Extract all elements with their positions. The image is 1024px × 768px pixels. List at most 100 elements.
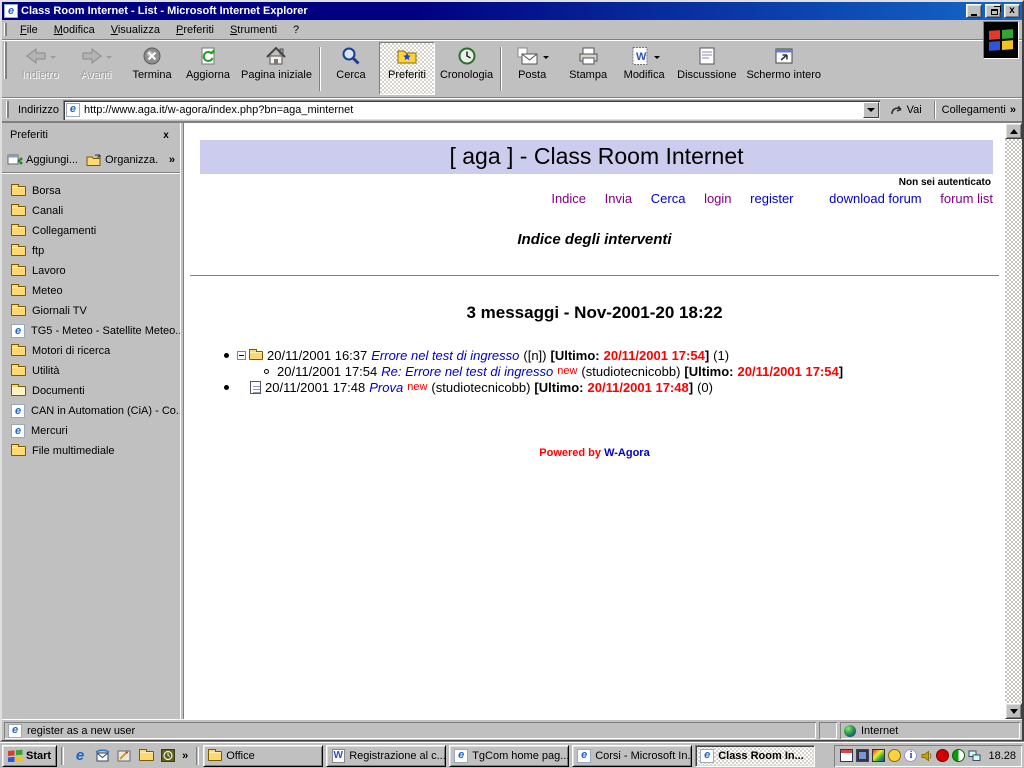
favorite-item[interactable]: File multimediale: [2, 441, 180, 461]
timer-icon[interactable]: [888, 749, 901, 762]
menu-grip[interactable]: [4, 23, 9, 36]
history-button[interactable]: Cronologia: [435, 42, 498, 95]
menu-preferiti[interactable]: Preferiti: [168, 22, 222, 38]
favorite-item[interactable]: Canali: [2, 201, 180, 221]
refresh-button[interactable]: Aggiorna: [180, 42, 236, 95]
w-agora-link[interactable]: W-Agora: [604, 447, 650, 459]
scheduler-icon[interactable]: [840, 749, 853, 762]
task-tgcom[interactable]: e TgCom home pag...: [449, 745, 569, 767]
task-word-document[interactable]: W Registrazione al c...: [326, 745, 446, 767]
edit-button[interactable]: W Modifica: [616, 42, 672, 95]
outlook-express-icon[interactable]: [94, 748, 110, 763]
favorite-item[interactable]: Lavoro: [2, 261, 180, 281]
folder-icon[interactable]: [138, 748, 154, 763]
info-icon[interactable]: i: [904, 749, 917, 762]
address-grip[interactable]: [6, 101, 11, 117]
toolbar-grip[interactable]: [4, 42, 9, 79]
nav-login-link[interactable]: login: [704, 191, 731, 206]
address-input[interactable]: e http://www.aga.it/w-agora/index.php?bn…: [63, 100, 880, 120]
menu-visualizza[interactable]: Visualizza: [103, 22, 168, 38]
display-icon[interactable]: [856, 749, 869, 762]
address-url[interactable]: http://www.aga.it/w-agora/index.php?bn=a…: [84, 104, 859, 116]
nav-indice-link[interactable]: Indice: [551, 191, 586, 206]
message-title-link[interactable]: Errore nel test di ingresso: [371, 348, 519, 363]
print-button[interactable]: Stampa: [560, 42, 616, 95]
address-dropdown-button[interactable]: [863, 102, 879, 118]
message-title-link[interactable]: Prova: [369, 380, 403, 395]
favorites-button[interactable]: Preferiti: [379, 42, 435, 95]
nav-register-link[interactable]: register: [750, 191, 793, 206]
ati-icon[interactable]: [936, 749, 949, 762]
favorite-item[interactable]: Utilità: [2, 361, 180, 381]
home-button[interactable]: Pagina iniziale: [236, 42, 317, 95]
mail-button[interactable]: Posta: [504, 42, 560, 95]
message-title-link[interactable]: Re: Errore nel test di ingresso: [381, 364, 553, 379]
collapse-toggle-icon[interactable]: [237, 351, 246, 360]
vertical-scrollbar[interactable]: [1005, 123, 1022, 719]
favorite-item[interactable]: eCAN in Automation (CiA) - Co...: [2, 401, 180, 421]
ie-page-icon: e: [11, 404, 25, 418]
favorites-close-button[interactable]: x: [158, 128, 174, 142]
ie-icon[interactable]: e: [72, 748, 88, 763]
task-corsi[interactable]: e Corsi - Microsoft In...: [572, 745, 692, 767]
favorite-item[interactable]: Meteo: [2, 281, 180, 301]
nav-cerca-link[interactable]: Cerca: [651, 191, 686, 206]
nav-download-forum-link[interactable]: download forum: [829, 191, 922, 206]
address-label: Indirizzo: [18, 104, 59, 116]
links-bar[interactable]: Collegamenti »: [942, 100, 1020, 120]
menu-strumenti[interactable]: Strumenti: [222, 22, 285, 38]
volume-icon[interactable]: [920, 749, 933, 762]
menu-modifica[interactable]: Modifica: [46, 22, 103, 38]
back-dropdown-icon[interactable]: [50, 56, 56, 59]
menu-help[interactable]: ?: [285, 22, 307, 38]
forward-dropdown-icon[interactable]: [106, 56, 112, 59]
favorite-item[interactable]: eMercuri: [2, 421, 180, 441]
favorite-item[interactable]: eTG5 - Meteo - Satellite Meteo...: [2, 321, 180, 341]
edit-dropdown-icon[interactable]: [654, 56, 660, 59]
discussion-button[interactable]: Discussione: [672, 42, 741, 95]
antivirus-icon[interactable]: [952, 749, 965, 762]
favorite-item[interactable]: Motori di ricerca: [2, 341, 180, 361]
chevron-more-icon[interactable]: »: [169, 154, 178, 166]
task-office[interactable]: Office: [203, 745, 323, 767]
minimize-button[interactable]: [966, 4, 982, 18]
media-player-icon[interactable]: [160, 748, 176, 763]
folder-icon: [11, 206, 26, 216]
stop-button[interactable]: Termina: [124, 42, 180, 95]
add-favorite-button[interactable]: Aggiungi...: [4, 151, 81, 169]
organize-favorites-button[interactable]: Organizza.: [83, 151, 161, 169]
fullscreen-button[interactable]: Schermo intero: [741, 42, 826, 95]
scroll-down-button[interactable]: [1005, 703, 1022, 719]
close-button[interactable]: x: [1004, 4, 1020, 18]
back-button[interactable]: Indietro: [12, 42, 68, 95]
page-icon: e: [66, 103, 80, 117]
go-button[interactable]: Vai: [884, 100, 928, 120]
favorite-item[interactable]: Borsa: [2, 181, 180, 201]
chevron-more-icon[interactable]: »: [182, 750, 188, 762]
taskbar-clock[interactable]: 18.28: [988, 750, 1016, 762]
favorite-item[interactable]: Collegamenti: [2, 221, 180, 241]
print-icon: [577, 46, 599, 69]
folder-icon: [11, 246, 26, 256]
show-desktop-icon[interactable]: [116, 748, 132, 763]
mail-dropdown-icon[interactable]: [543, 56, 549, 59]
chevron-down-icon: [867, 108, 875, 112]
scroll-up-button[interactable]: [1005, 123, 1022, 139]
links-label: Collegamenti: [942, 104, 1006, 116]
favorite-item[interactable]: ftp: [2, 241, 180, 261]
title-bar[interactable]: e Class Room Internet - List - Microsoft…: [2, 2, 1022, 20]
nav-forum-list-link[interactable]: forum list: [940, 191, 993, 206]
menu-file[interactable]: File: [12, 22, 46, 38]
graphics-icon[interactable]: [872, 749, 885, 762]
nav-invia-link[interactable]: Invia: [605, 191, 632, 206]
chevron-more-icon[interactable]: »: [1010, 104, 1016, 116]
favorite-item[interactable]: Documenti: [2, 381, 180, 401]
forward-button[interactable]: Avanti: [68, 42, 124, 95]
horizontal-rule: [190, 275, 999, 277]
restore-button[interactable]: [985, 4, 1001, 18]
task-class-room-internet[interactable]: e Class Room In...: [695, 745, 815, 767]
search-button[interactable]: Cerca: [323, 42, 379, 95]
network-icon[interactable]: [968, 749, 981, 762]
favorite-item[interactable]: Giornali TV: [2, 301, 180, 321]
start-button[interactable]: Start: [2, 745, 57, 767]
